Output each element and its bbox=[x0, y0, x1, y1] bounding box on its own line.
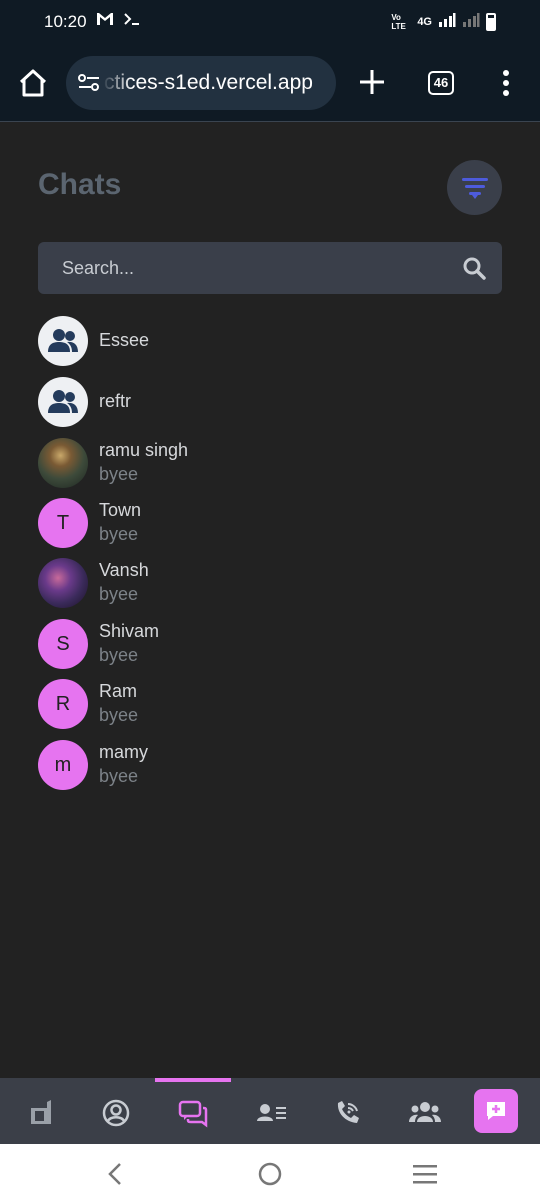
chat-last-message: byee bbox=[99, 464, 139, 484]
nav-groups[interactable] bbox=[409, 1098, 441, 1128]
more-vert-icon bbox=[503, 70, 509, 96]
browser-menu-button[interactable] bbox=[498, 68, 514, 98]
chat-item-reftr[interactable]: reftr bbox=[38, 377, 502, 429]
address-bar[interactable]: ctices-s1ed.vercel.app bbox=[66, 56, 336, 110]
chat-last-message: byee bbox=[99, 766, 139, 786]
signal-2-icon bbox=[462, 12, 480, 31]
nav-chats[interactable] bbox=[178, 1098, 208, 1128]
filter-button[interactable] bbox=[447, 160, 502, 215]
chat-name: reftr bbox=[99, 391, 132, 411]
user-photo-avatar bbox=[38, 558, 88, 608]
chat-item-vansh[interactable]: Vansh byee bbox=[38, 558, 502, 610]
site-settings-icon[interactable] bbox=[78, 74, 100, 92]
nav-calls[interactable] bbox=[333, 1098, 363, 1128]
chat-name: Shivam bbox=[99, 621, 160, 641]
contacts-icon bbox=[257, 1104, 286, 1121]
nav-app-logo[interactable] bbox=[25, 1098, 55, 1128]
chat-name: Essee bbox=[99, 330, 150, 350]
gmail-icon bbox=[96, 12, 114, 30]
letter-avatar: m bbox=[38, 740, 88, 790]
new-tab-button[interactable] bbox=[356, 66, 388, 98]
chat-last-message: byee bbox=[99, 524, 139, 544]
system-status: Vo LTE 4G bbox=[391, 12, 496, 31]
chat-name: mamy bbox=[99, 742, 148, 762]
chat-item-town[interactable]: T Town byee bbox=[38, 498, 502, 550]
filter-icon bbox=[462, 178, 488, 199]
home-circle-icon[interactable] bbox=[257, 1161, 283, 1187]
home-button[interactable] bbox=[16, 66, 50, 100]
new-chat-button[interactable] bbox=[474, 1089, 518, 1133]
back-icon[interactable] bbox=[104, 1161, 126, 1187]
chat-last-message: byee bbox=[99, 584, 139, 604]
chat-name: Ram bbox=[99, 681, 138, 701]
battery-icon bbox=[486, 12, 496, 31]
nav-contacts[interactable] bbox=[256, 1098, 286, 1128]
user-photo-avatar bbox=[38, 438, 88, 488]
bottom-nav bbox=[0, 1078, 540, 1144]
group-icon bbox=[48, 329, 78, 352]
home-icon bbox=[19, 69, 47, 97]
nav-profile[interactable] bbox=[101, 1098, 131, 1128]
group-avatar bbox=[38, 377, 88, 427]
chats-icon bbox=[178, 1100, 208, 1128]
add-chat-icon bbox=[487, 1102, 505, 1120]
groups-icon bbox=[409, 1102, 441, 1122]
browser-toolbar: ctices-s1ed.vercel.app 46 bbox=[0, 44, 540, 122]
plus-icon bbox=[360, 70, 384, 94]
recents-icon[interactable] bbox=[412, 1163, 438, 1185]
chat-last-message: byee bbox=[99, 645, 139, 665]
chat-item-mamy[interactable]: m mamy byee bbox=[38, 740, 502, 792]
page-title: Chats bbox=[38, 168, 122, 201]
chat-name: Town bbox=[99, 500, 142, 520]
group-avatar bbox=[38, 316, 88, 366]
status-time: 10:20 bbox=[44, 12, 87, 31]
letter-avatar: S bbox=[38, 619, 88, 669]
notification-icons bbox=[96, 12, 140, 30]
system-navigation-bar bbox=[0, 1144, 540, 1202]
search-input[interactable] bbox=[38, 242, 458, 294]
status-bar: 10:20 Vo LTE 4G bbox=[0, 0, 540, 44]
tab-switcher-button[interactable]: 46 bbox=[428, 71, 454, 95]
chat-last-message: byee bbox=[99, 705, 139, 725]
chat-name: ramu singh bbox=[99, 440, 189, 460]
calls-icon bbox=[337, 1101, 359, 1123]
chat-name: Vansh bbox=[99, 560, 149, 580]
letter-avatar: T bbox=[38, 498, 88, 548]
signal-icon bbox=[438, 12, 456, 31]
terminal-icon bbox=[124, 12, 140, 30]
network-type-label: 4G bbox=[417, 15, 432, 28]
app-logo-icon bbox=[31, 1100, 51, 1124]
search-icon[interactable] bbox=[462, 256, 486, 280]
chat-item-essee[interactable]: Essee bbox=[38, 316, 502, 368]
profile-icon bbox=[102, 1099, 130, 1127]
url-text[interactable]: ctices-s1ed.vercel.app bbox=[104, 71, 313, 95]
letter-avatar: R bbox=[38, 679, 88, 729]
active-tab-indicator bbox=[155, 1078, 231, 1082]
volte-label: Vo LTE bbox=[391, 12, 406, 31]
search-box bbox=[38, 242, 502, 294]
chat-item-shivam[interactable]: S Shivam byee bbox=[38, 619, 502, 671]
group-icon bbox=[48, 390, 78, 413]
chat-item-ramu-singh[interactable]: ramu singh byee bbox=[38, 438, 502, 490]
chat-item-ram[interactable]: R Ram byee bbox=[38, 679, 502, 731]
